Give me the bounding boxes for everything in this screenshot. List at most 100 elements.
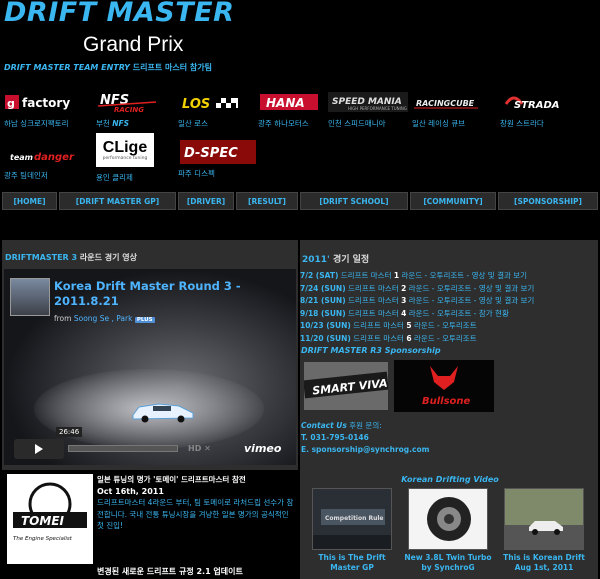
hd-toggle[interactable]: HD ✕ — [188, 444, 211, 453]
team-caption: 하남 싱크로지팩토리 — [4, 119, 69, 128]
schedule-title-kr: 경기 일정 — [332, 255, 370, 265]
contact-phone: T. 031-795-0146 — [301, 433, 369, 442]
team-caption: 인천 스피드매니아 — [328, 119, 386, 128]
news-body: 드리프트마스터 4라운드 부터, 팀 토메이로 라처드립 선수가 참전합니다. … — [97, 498, 294, 530]
tomei-tagline: The Engine Specialist — [13, 536, 73, 542]
schedule-date: 10/23 (SUN) — [300, 321, 351, 330]
team-caption: 광주 팀데인저 — [4, 171, 48, 180]
contact-email[interactable]: E. sponsorship@synchrog.com — [301, 444, 429, 456]
contact-label-kr: 후원 문의: — [349, 421, 382, 430]
svg-text:g: g — [7, 97, 15, 110]
video-progress-bar[interactable] — [68, 445, 178, 452]
schedule-item[interactable]: 8/21 (SUN) 드리프트 마스터 3 라운드 - 오투리조트 - 영상 및… — [300, 295, 600, 308]
team-dspec[interactable]: D-SPEC 파주 디스펙 — [178, 138, 258, 188]
nav-sponsorship[interactable]: [SPONSORSHIP] — [498, 192, 598, 210]
video-caption[interactable]: This is Korean Drift Aug 1st, 2011 — [499, 553, 589, 573]
team-caption: 창원 스트라다 — [500, 119, 544, 128]
main-nav: [HOME] [DRIFT MASTER GP] [DRIVER] [RESUL… — [2, 192, 598, 210]
video-thumbnail[interactable]: Competition Rule — [312, 488, 392, 550]
vimeo-logo[interactable]: vimeo — [244, 442, 281, 455]
schedule-rest: 라운드 - 오투리조트 - 영상 및 결과 보기 — [401, 271, 528, 280]
team-caption: 일산 로스 — [178, 119, 208, 128]
video-title[interactable]: Korea Drift Master Round 3 - 2011.8.21 — [54, 279, 289, 309]
site-title[interactable]: DRIFT MASTER — [4, 0, 234, 28]
tomei-thumbnail[interactable]: TOMEI The Engine Specialist — [7, 474, 93, 564]
team-speedmania[interactable]: SPEED MANIA HIGH PERFORMANCE TUNING 인천 스피… — [328, 88, 408, 138]
play-icon — [35, 444, 43, 454]
nav-drift-school[interactable]: [DRIFT SCHOOL] — [300, 192, 408, 210]
schedule-date: 8/21 (SUN) — [300, 296, 346, 305]
video-panel-title-en: DRIFTMASTER 3 — [5, 253, 78, 262]
dspec-logo: D-SPEC — [178, 138, 258, 166]
svg-text:STRADA: STRADA — [514, 100, 560, 111]
schedule-rest: 라운드 - 오투리조트 - 영상 및 결과 보기 — [408, 296, 535, 305]
video-thumbnail[interactable] — [408, 488, 488, 550]
team-danger[interactable]: team danger 광주 팀데인저 — [4, 140, 84, 190]
play-button[interactable] — [14, 439, 64, 459]
schedule-round: 6 — [406, 333, 412, 343]
team-gfactory[interactable]: g factory 하남 싱크로지팩토리 — [4, 88, 84, 138]
schedule-rest: 라운드 - 오투리조트 — [413, 321, 477, 330]
bullsone-logo-text: Bullsone — [422, 396, 471, 407]
nav-drift-master-gp[interactable]: [DRIFT MASTER GP] — [59, 192, 176, 210]
video-uploader[interactable]: Soong Se , Park — [74, 314, 133, 323]
team-caption: 일산 레이싱 큐브 — [412, 119, 466, 128]
schedule-round: 5 — [406, 321, 412, 330]
news-next-title[interactable]: 변경된 새로운 드리프트 규정 2.1 업데이트 — [97, 566, 243, 577]
svg-text:danger: danger — [34, 152, 75, 163]
video-from: from Soong Se , Park PLUS — [54, 314, 155, 323]
video-duration: 26:46 — [56, 427, 83, 437]
contact-info: Contact Us 후원 문의: T. 031-795-0146 E. spo… — [301, 420, 429, 456]
team-los[interactable]: LOS 일산 로스 — [178, 88, 258, 138]
nav-driver[interactable]: [DRIVER] — [178, 192, 234, 210]
schedule-text: 드리프트 마스터 — [348, 296, 399, 305]
nav-community[interactable]: [COMMUNITY] — [410, 192, 496, 210]
team-nfs[interactable]: NFS RACING 부천 NFS — [96, 88, 176, 138]
speedmania-logo: SPEED MANIA HIGH PERFORMANCE TUNING — [328, 88, 408, 116]
korean-video-item[interactable]: This is Korean Drift Aug 1st, 2011 — [499, 488, 589, 573]
schedule-date: 9/18 (SUN) — [300, 308, 346, 318]
korean-video-title: Korean Drifting Video — [401, 475, 499, 484]
contact-label-en: Contact Us — [301, 421, 347, 430]
schedule-rest: 라운드 - 오투리조트 - 참가 현황 — [408, 308, 509, 318]
team-caption: 파주 디스펙 — [178, 169, 215, 178]
smart-viva-logo[interactable]: SMART VIVA — [303, 362, 389, 410]
schedule-item[interactable]: 9/18 (SUN) 드리프트 마스터 4 라운드 - 오투리조트 - 참가 현… — [300, 308, 600, 321]
svg-text:team: team — [10, 153, 33, 162]
korean-video-item[interactable]: New 3.8L Twin Turbo by SynchroG — [403, 488, 493, 573]
video-player[interactable]: Korea Drift Master Round 3 - 2011.8.21 f… — [4, 269, 296, 465]
schedule-item[interactable]: 7/2 (SAT) 드리프트 마스터 1 라운드 - 오투리조트 - 영상 및 … — [300, 270, 600, 283]
korean-video-item[interactable]: Competition Rule This is The Drift Maste… — [307, 488, 397, 573]
los-logo: LOS — [178, 88, 258, 116]
bullsone-logo[interactable]: Bullsone — [394, 360, 494, 412]
schedule-text: 드리프트 마스터 — [348, 283, 399, 293]
schedule-round: 4 — [401, 308, 407, 318]
news-title[interactable]: 일본 튜닝의 명가 '토메이' 드리프트마스터 참전 — [97, 474, 297, 486]
schedule-round: 2 — [401, 283, 407, 293]
video-thumbnail[interactable] — [504, 488, 584, 550]
news-date: Oct 16th, 2011 — [97, 486, 164, 496]
team-caption: 부천 NFS — [96, 119, 129, 128]
schedule-item[interactable]: 10/23 (SUN) 드리프트 마스터 5 라운드 - 오투리조트 — [300, 320, 600, 333]
clige-logo-text: CLige — [102, 138, 148, 156]
schedule-text: 드리프트 마스터 — [353, 321, 404, 330]
video-caption[interactable]: This is The Drift Master GP — [307, 553, 397, 573]
team-racingcube[interactable]: RACINGCUBE 일산 레이싱 큐브 — [412, 88, 492, 138]
svg-text:LOS: LOS — [182, 97, 210, 112]
team-clige[interactable]: CLige performance tuning 용인 클리제 — [96, 132, 176, 190]
uploader-avatar[interactable] — [10, 278, 50, 316]
video-panel-title: DRIFTMASTER 3 라운드 경기 영상 — [5, 252, 137, 263]
hana-logo: HANA — [258, 88, 338, 116]
team-entry-heading-en: DRIFT MASTER TEAM ENTRY — [4, 63, 130, 72]
nav-home[interactable]: [HOME] — [2, 192, 57, 210]
schedule-round: 3 — [401, 296, 407, 305]
team-hana[interactable]: HANA 광주 하나모터스 — [258, 88, 338, 138]
schedule-item[interactable]: 7/24 (SUN) 드리프트 마스터 2 라운드 - 오투리조트 - 영상 및… — [300, 283, 600, 296]
schedule-text: 드리프트 마스터 — [340, 271, 392, 280]
video-caption[interactable]: New 3.8L Twin Turbo by SynchroG — [403, 553, 493, 573]
nav-result[interactable]: [RESULT] — [236, 192, 298, 210]
clige-logo: CLige performance tuning — [96, 132, 176, 168]
svg-text:Competition Rule: Competition Rule — [325, 515, 384, 522]
team-strada[interactable]: STRADA 창원 스트라다 — [500, 88, 580, 138]
strada-logo: STRADA — [500, 88, 580, 116]
